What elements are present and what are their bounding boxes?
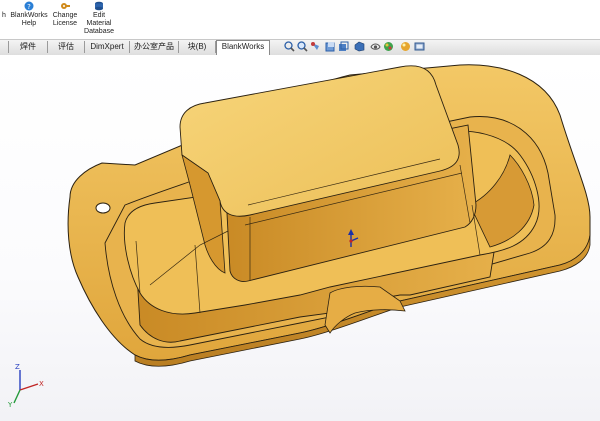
triad-x-label: X <box>39 380 44 388</box>
tab-label: 评估 <box>58 42 74 51</box>
hide-show-icon[interactable] <box>370 41 381 52</box>
tab-label: DimXpert <box>90 42 124 51</box>
triad-y-label: Y <box>7 401 13 409</box>
change-license-button[interactable]: Change License <box>50 0 80 38</box>
edit-appearance-icon[interactable] <box>383 41 394 52</box>
tab-blankworks[interactable]: BlankWorks <box>216 40 270 55</box>
tab-label: 块(B) <box>187 42 207 51</box>
help-icon: ? <box>24 1 34 11</box>
blankworks-help-button[interactable]: ? BlankWorks Help <box>9 0 49 38</box>
database-button-label-1: Edit <box>92 12 106 19</box>
tab-weldments[interactable]: 焊件 <box>9 41 48 53</box>
help-button-label-1: BlankWorks <box>10 12 48 19</box>
mounting-hole <box>95 202 111 214</box>
model-canvas: Z X Y <box>7 64 591 409</box>
view-orientation-icon[interactable] <box>338 41 349 52</box>
previous-view-icon[interactable] <box>310 41 321 52</box>
partial-icon <box>1 1 7 11</box>
tab-blocks[interactable]: 块(B) <box>179 41 216 53</box>
license-button-label-1: Change <box>52 12 78 19</box>
scene-icon[interactable] <box>400 41 411 52</box>
tab-label: 焊件 <box>20 42 36 51</box>
help-button-label-2: Help <box>21 20 37 27</box>
graphics-viewport[interactable]: Z X Y <box>0 55 600 421</box>
edit-material-database-button[interactable]: Edit Material Database <box>82 0 116 38</box>
zoom-to-fit-icon[interactable] <box>284 41 295 52</box>
partial-button-label: h <box>2 12 6 19</box>
partial-ribbon-button[interactable]: h <box>0 0 8 38</box>
stamped-tray-part[interactable] <box>67 64 591 367</box>
triad-z-label: Z <box>15 363 20 371</box>
tab-dimxpert[interactable]: DimXpert <box>85 41 130 53</box>
display-style-icon[interactable] <box>354 41 365 52</box>
tab-evaluate[interactable]: 评估 <box>48 41 85 53</box>
svg-text:?: ? <box>27 3 31 11</box>
tab-label: 办公室产品 <box>134 42 174 51</box>
license-button-label-2: License <box>52 20 78 27</box>
command-ribbon: h ? BlankWorks Help Change License Edit … <box>0 0 600 38</box>
section-view-icon[interactable] <box>325 41 336 52</box>
database-button-label-2: Material <box>86 20 112 27</box>
database-icon <box>95 1 103 11</box>
license-icon <box>61 3 70 9</box>
reference-triad: Z X Y <box>7 363 44 409</box>
tab-label: BlankWorks <box>221 42 265 51</box>
zoom-area-icon[interactable] <box>297 41 308 52</box>
tab-office-products[interactable]: 办公室产品 <box>130 41 179 53</box>
view-settings-icon[interactable] <box>414 41 425 52</box>
tab-partial[interactable] <box>0 41 9 53</box>
database-button-label-3: Database <box>84 28 114 35</box>
